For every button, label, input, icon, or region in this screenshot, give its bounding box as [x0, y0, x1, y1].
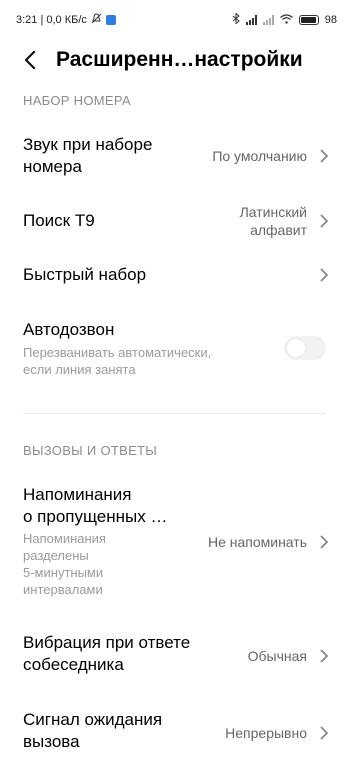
signal-icon-1 [245, 15, 257, 25]
chevron-right-icon [320, 149, 329, 163]
section-header-dialing: НАБОР НОМЕРА [23, 93, 131, 108]
setting-value: Не напоминать [207, 534, 307, 550]
title-line: собеседника [23, 655, 124, 674]
value-line: алфавит [250, 222, 307, 238]
setting-title: Быстрый набор [23, 265, 147, 284]
chevron-right-icon [320, 214, 329, 228]
back-arrow-icon [24, 51, 36, 69]
title-line: вызова [23, 732, 80, 751]
description-line: Перезванивать автоматически, [23, 345, 212, 360]
setting-missed-call-reminder[interactable]: Напоминания о пропущенных … Напоминания … [0, 478, 349, 606]
status-bar-right: 98 [232, 12, 337, 27]
battery-percent: 98 [324, 14, 337, 26]
setting-value: По умолчанию [212, 148, 307, 164]
setting-title: Напоминания о пропущенных … [23, 484, 167, 528]
description-line: разделены [23, 548, 89, 563]
setting-value: Латинский алфавит [240, 203, 307, 239]
setting-description: Напоминания разделены 5-минутными интерв… [23, 530, 106, 598]
setting-t9-search[interactable]: Поиск Т9 Латинский алфавит [0, 195, 349, 253]
section-header-calls: ВЫЗОВЫ И ОТВЕТЫ [23, 443, 158, 458]
status-bar-left: 3:21 | 0,0 КБ/с [16, 13, 116, 27]
back-button[interactable] [16, 46, 44, 74]
app-header: Расширенн…настройки [0, 38, 349, 82]
title-line: Напоминания [23, 485, 132, 504]
setting-description: Перезванивать автоматически, если линия … [23, 344, 211, 378]
bluetooth-icon [232, 12, 240, 27]
battery-icon [298, 15, 319, 25]
chevron-right-icon [320, 649, 329, 663]
status-bar: 3:21 | 0,0 КБ/с 98 [0, 0, 349, 38]
page-title: Расширенн…настройки [56, 48, 303, 71]
setting-dial-sound[interactable]: Звук при наборе номера По умолчанию [0, 125, 349, 187]
setting-call-waiting[interactable]: Сигнал ожидания вызова Непрерывно [0, 704, 349, 760]
description-line: 5-минутными [23, 565, 104, 580]
description-line: Напоминания [23, 531, 106, 546]
setting-title: Автодозвон [23, 320, 115, 339]
description-line: интервалами [23, 582, 103, 597]
description-line: если линия занята [23, 362, 136, 377]
chevron-right-icon [320, 535, 329, 549]
status-time-speed: 3:21 | 0,0 КБ/с [16, 14, 87, 26]
app-notification-icon [105, 15, 116, 25]
signal-icon-2 [262, 15, 274, 25]
notification-off-icon [91, 13, 102, 27]
wifi-icon [279, 13, 293, 27]
title-line: Сигнал ожидания [23, 710, 163, 729]
auto-redial-toggle[interactable] [284, 336, 326, 360]
value-line: Латинский [239, 204, 307, 220]
setting-value: Непрерывно [225, 725, 307, 741]
toggle-knob [287, 339, 305, 357]
setting-speed-dial[interactable]: Быстрый набор [0, 255, 349, 299]
setting-answer-vibration[interactable]: Вибрация при ответе собеседника Обычная [0, 626, 349, 682]
setting-title: Сигнал ожидания вызова [23, 709, 162, 753]
title-line: номера [23, 157, 82, 176]
setting-title: Вибрация при ответе собеседника [23, 632, 190, 676]
section-divider [23, 413, 326, 414]
setting-title: Звук при наборе номера [23, 134, 152, 178]
title-line: о пропущенных … [23, 507, 168, 526]
chevron-right-icon [320, 268, 329, 282]
title-line: Вибрация при ответе [23, 633, 191, 652]
setting-title: Поиск Т9 [23, 211, 95, 230]
chevron-right-icon [320, 726, 329, 740]
title-line: Звук при наборе [23, 135, 153, 154]
setting-auto-redial[interactable]: Автодозвон Перезванивать автоматически, … [0, 310, 349, 382]
setting-value: Обычная [247, 648, 307, 664]
